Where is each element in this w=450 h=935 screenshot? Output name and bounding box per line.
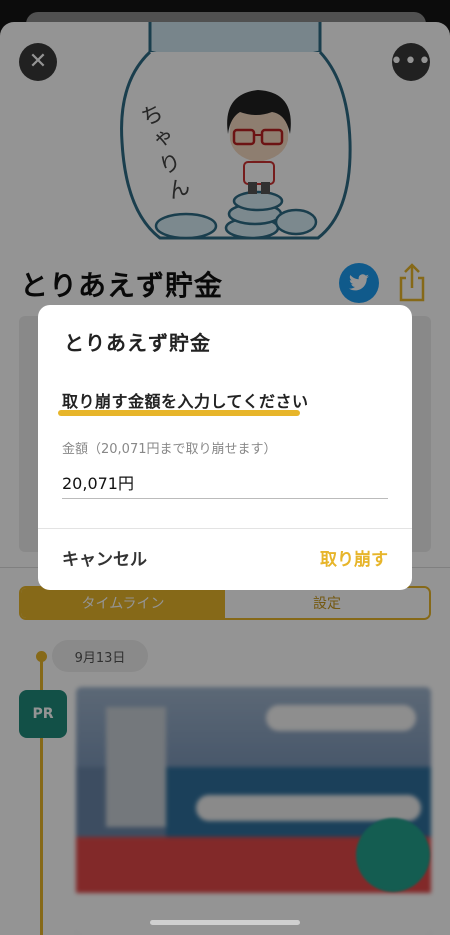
amount-input[interactable] bbox=[62, 465, 388, 499]
dialog-title: とりあえず貯金 bbox=[64, 331, 211, 355]
dialog-separator bbox=[38, 528, 412, 529]
withdraw-button[interactable]: 取り崩す bbox=[320, 545, 388, 570]
cancel-button[interactable]: キャンセル bbox=[62, 545, 147, 570]
home-indicator bbox=[150, 920, 300, 925]
dialog-prompt: 取り崩す金額を入力してください bbox=[62, 392, 309, 411]
amount-field-label: 金額（20,071円まで取り崩せます） bbox=[62, 442, 277, 457]
withdraw-dialog: とりあえず貯金 取り崩す金額を入力してください 金額（20,071円まで取り崩せ… bbox=[38, 305, 412, 590]
